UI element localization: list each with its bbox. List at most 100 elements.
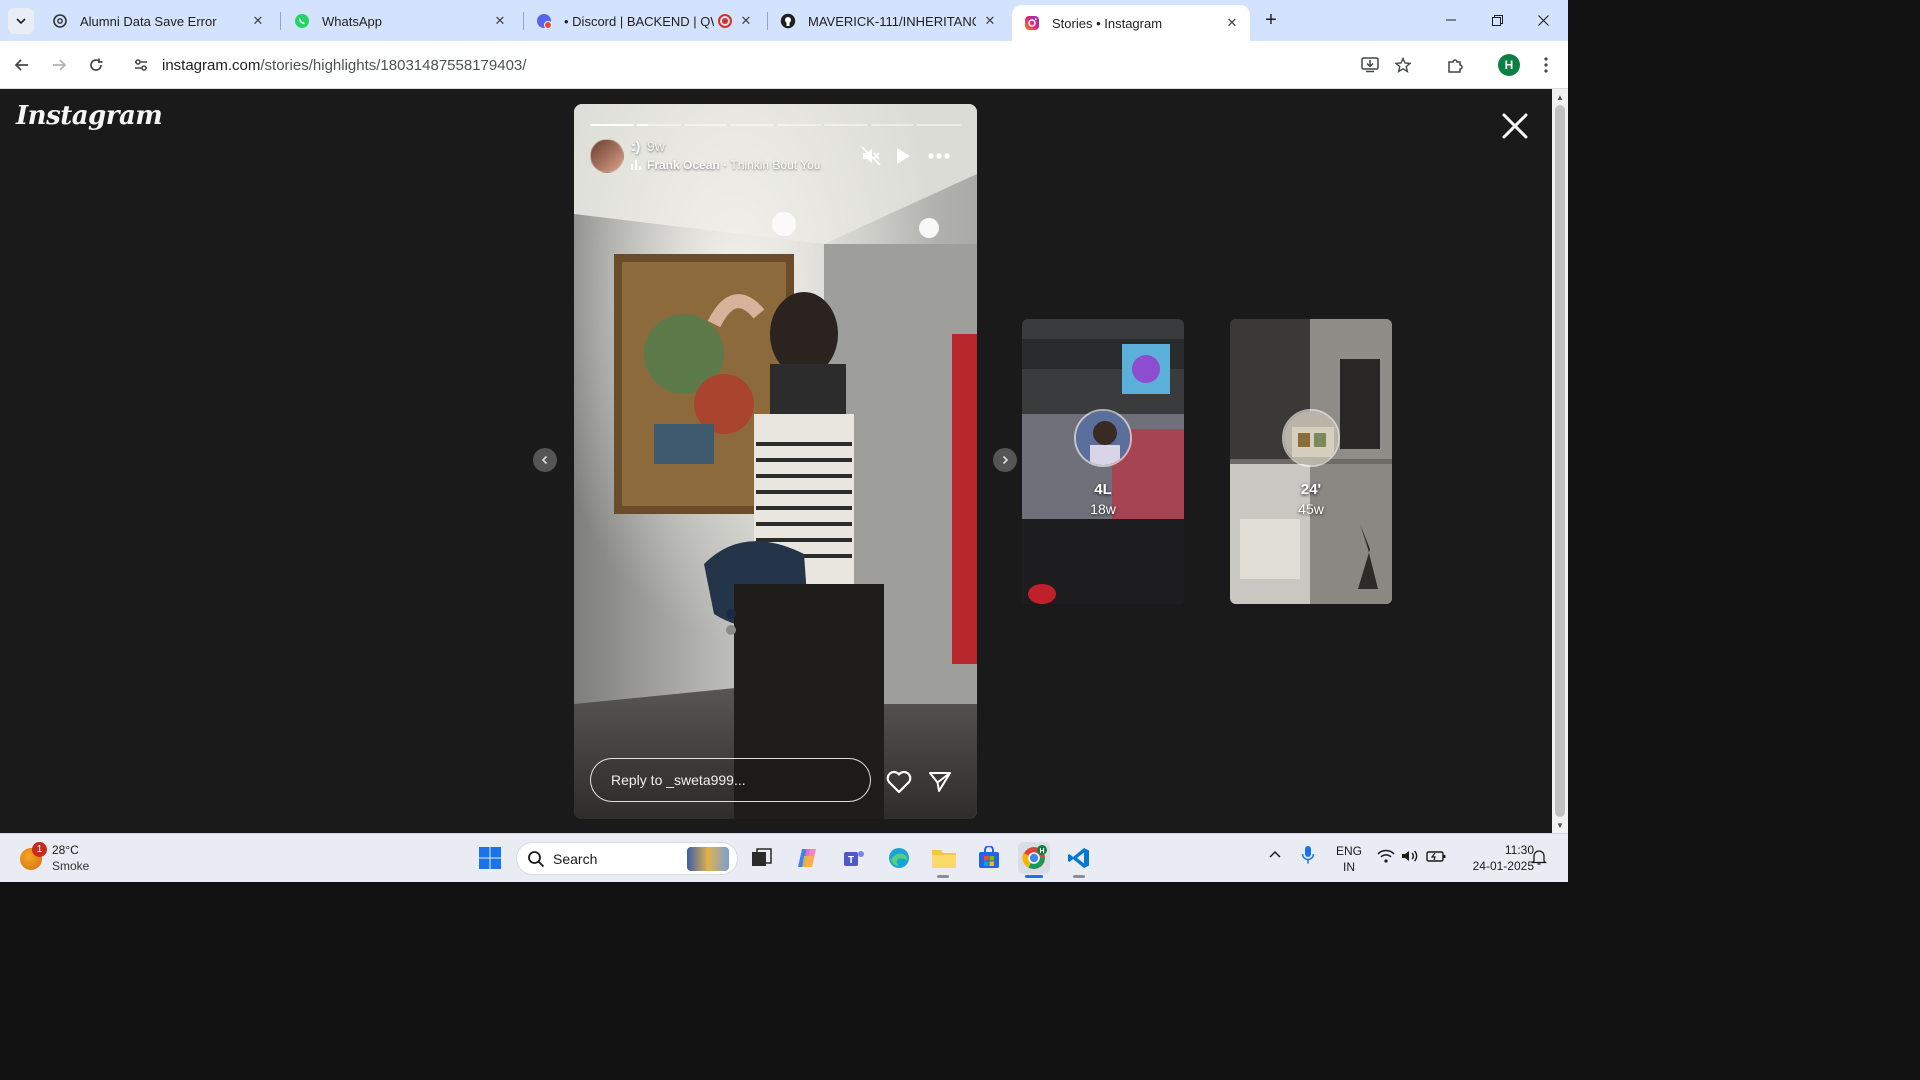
tab-whatsapp[interactable]: WhatsApp ✕ — [282, 6, 518, 36]
story-music-label[interactable]: Frank Ocean · Thinkin Bout You — [631, 158, 820, 172]
forward-button[interactable] — [45, 51, 73, 79]
weather-condition: Smoke — [52, 859, 90, 873]
tab-alumni[interactable]: Alumni Data Save Error ✕ — [40, 6, 276, 36]
music-song: Thinkin Bout You — [730, 158, 821, 172]
close-tab-icon[interactable]: ✕ — [738, 13, 754, 29]
edge-button[interactable] — [883, 842, 915, 874]
windows-taskbar: 1 28°C Smoke Search T H ENG IN 11:30 24-… — [0, 833, 1568, 882]
preview-age: 45w — [1298, 501, 1324, 517]
mute-button[interactable] — [858, 144, 884, 168]
like-button[interactable] — [885, 768, 913, 796]
folder-icon — [932, 850, 956, 868]
story-preview-card[interactable]: 24' 45w — [1230, 319, 1392, 604]
tab-strip: Alumni Data Save Error ✕ WhatsApp ✕ • Di… — [0, 0, 1568, 41]
teams-button[interactable]: T — [838, 842, 870, 874]
file-explorer-button[interactable] — [928, 842, 960, 874]
profile-avatar[interactable]: H — [1498, 54, 1520, 76]
recording-icon — [718, 14, 732, 28]
play-icon — [897, 148, 910, 164]
instagram-logo[interactable]: Instagram — [16, 101, 163, 131]
scroll-down-icon[interactable]: ▼ — [1552, 818, 1568, 832]
close-tab-icon[interactable]: ✕ — [982, 13, 998, 29]
story-avatar[interactable] — [590, 139, 624, 173]
start-button[interactable] — [474, 842, 506, 874]
wifi-icon — [1377, 849, 1395, 863]
task-view-button[interactable] — [746, 842, 778, 874]
back-button[interactable] — [8, 51, 36, 79]
close-tab-icon[interactable]: ✕ — [492, 13, 508, 29]
discord-icon — [536, 13, 552, 29]
wifi-button[interactable] — [1377, 849, 1395, 866]
story-progress-segment — [777, 124, 821, 126]
address-bar[interactable]: instagram.com/stories/highlights/1803148… — [124, 47, 1424, 83]
scrollbar-thumb[interactable] — [1555, 105, 1565, 817]
store-button[interactable] — [973, 842, 1005, 874]
chrome-button[interactable]: H — [1018, 842, 1050, 874]
restore-button[interactable] — [1474, 0, 1520, 40]
microphone-button[interactable] — [1301, 845, 1315, 868]
tab-separator — [280, 12, 281, 30]
chevron-down-icon — [16, 18, 26, 25]
reload-button[interactable] — [82, 51, 110, 79]
battery-button[interactable] — [1426, 849, 1446, 866]
menu-button[interactable] — [1532, 51, 1560, 79]
clock[interactable]: 11:30 24-01-2025 — [1452, 842, 1534, 874]
language-indicator[interactable]: ENG IN — [1334, 843, 1364, 875]
next-story-button[interactable] — [993, 448, 1017, 472]
page-dot-active — [726, 609, 736, 619]
previous-story-button[interactable] — [533, 448, 557, 472]
chevron-left-icon — [541, 455, 548, 465]
bookmark-button[interactable] — [1389, 51, 1417, 79]
running-indicator — [1073, 875, 1085, 878]
tab-instagram[interactable]: Stories • Instagram ✕ — [1012, 5, 1250, 41]
site-info-icon[interactable] — [126, 50, 156, 80]
story-more-button[interactable] — [926, 144, 952, 168]
close-tab-icon[interactable]: ✕ — [1224, 15, 1240, 31]
preview-username: 24' — [1300, 481, 1322, 498]
chatgpt-icon — [52, 13, 68, 29]
story-progress-segment — [636, 124, 681, 126]
story-username[interactable]: :) — [631, 138, 640, 154]
page-scrollbar[interactable]: ▲ ▼ — [1552, 89, 1568, 833]
minimize-icon — [1446, 19, 1456, 21]
install-app-button[interactable] — [1356, 51, 1384, 79]
reply-input[interactable]: Reply to _sweta999... — [590, 758, 871, 802]
url-host: instagram.com — [162, 56, 261, 74]
close-window-button[interactable] — [1520, 0, 1566, 40]
github-icon — [780, 13, 796, 29]
show-hidden-icons-button[interactable] — [1268, 847, 1282, 862]
tab-title: MAVERICK-111/INHERITANCE — [808, 13, 976, 29]
vscode-button[interactable] — [1063, 842, 1095, 874]
more-horizontal-icon — [928, 153, 950, 159]
tab-discord[interactable]: • Discord | BACKEND | QWE ✕ — [524, 6, 764, 36]
volume-button[interactable] — [1401, 849, 1419, 866]
arrow-right-icon — [53, 59, 67, 71]
play-button[interactable] — [890, 144, 916, 168]
story-progress-segment — [917, 124, 961, 126]
close-tab-icon[interactable]: ✕ — [250, 13, 266, 29]
tab-github[interactable]: MAVERICK-111/INHERITANCE ✕ — [768, 6, 1008, 36]
minimize-button[interactable] — [1428, 0, 1474, 40]
url-text: instagram.com/stories/highlights/1803148… — [162, 57, 526, 74]
story-photo — [574, 104, 977, 819]
story-card[interactable]: :) 9w Frank Ocean · Thinkin Bout You Rep… — [574, 104, 977, 819]
copilot-button[interactable] — [792, 842, 824, 874]
notifications-button[interactable] — [1530, 849, 1548, 868]
weather-widget[interactable]: 1 28°C Smoke — [18, 842, 128, 876]
preview-avatar — [1282, 409, 1340, 467]
close-story-button[interactable] — [1498, 109, 1532, 143]
chevron-up-icon — [1269, 850, 1281, 858]
extensions-button[interactable] — [1441, 51, 1469, 79]
language-code: ENG — [1335, 844, 1362, 858]
instagram-story-viewer: Instagram:) 9w Frank Ocean · Thinkin Bo… — [0, 89, 1552, 833]
running-indicator — [937, 875, 949, 878]
scroll-up-icon[interactable]: ▲ — [1552, 90, 1568, 104]
story-preview-card[interactable]: 4L 18w — [1022, 319, 1184, 604]
tab-search-button[interactable] — [8, 8, 34, 34]
windows-logo-icon — [479, 847, 501, 869]
taskbar-search[interactable]: Search — [516, 842, 738, 875]
share-button[interactable] — [926, 768, 954, 796]
kebab-menu-icon — [1544, 57, 1548, 73]
search-icon — [528, 850, 545, 867]
new-tab-button[interactable]: + — [1259, 8, 1283, 32]
